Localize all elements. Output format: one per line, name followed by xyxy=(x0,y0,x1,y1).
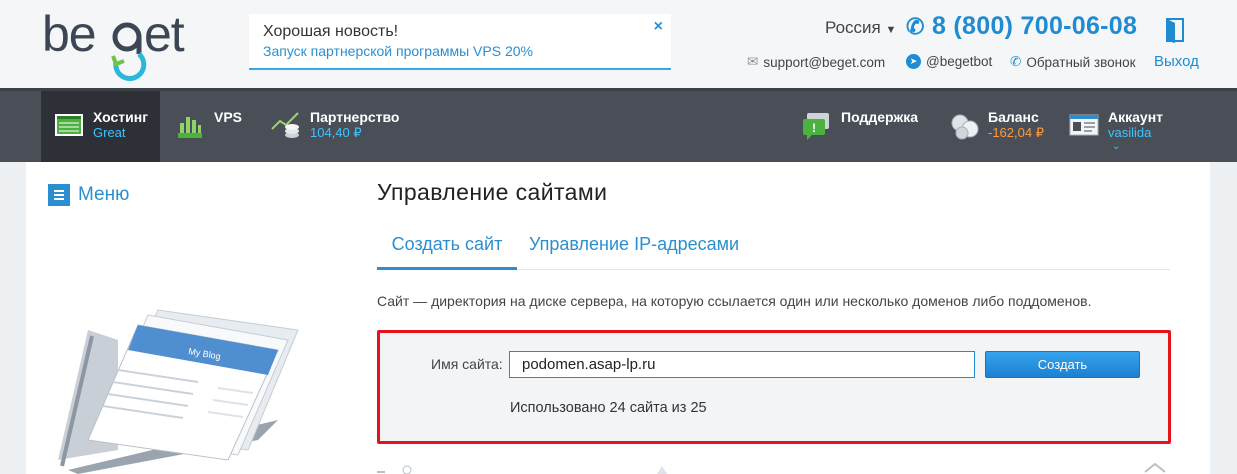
chevron-down-icon[interactable]: ⌄ xyxy=(1108,141,1163,152)
account-card-icon xyxy=(1069,114,1099,136)
email-link[interactable]: ✉ support@beget.com xyxy=(747,54,885,70)
nav-account-label: Аккаунт xyxy=(1108,109,1164,125)
nav-partnership-amount: 104,40 ₽ xyxy=(310,125,362,140)
tab-ip-management[interactable]: Управление IP-адресами xyxy=(529,234,739,270)
nav-balance-amount: -162,04 ₽ xyxy=(988,125,1044,140)
nav-hosting-plan: Great xyxy=(93,125,126,140)
hamburger-icon xyxy=(48,184,70,206)
telegram-icon: ➤ xyxy=(906,54,921,69)
top-header: be et Хорошая новость! Запуск партнерско… xyxy=(0,0,1237,88)
svg-text:!: ! xyxy=(812,121,816,135)
tab-bar: Создать сайт Управление IP-адресами xyxy=(377,226,1170,270)
region-label: Россия xyxy=(825,18,881,37)
support-chat-icon: ! xyxy=(803,113,829,140)
nav-vps-label: VPS xyxy=(214,109,243,125)
beget-logo[interactable]: be et xyxy=(40,4,200,84)
nav-account[interactable]: Аккаунт vasilida ⌄ xyxy=(1068,91,1188,162)
nav-hosting[interactable]: Хостинг Great xyxy=(41,91,160,162)
nav-vps[interactable]: VPS xyxy=(174,91,264,162)
page-title: Управление сайтами xyxy=(377,179,608,205)
partnership-chart-icon xyxy=(271,112,299,138)
nav-partnership-label: Партнерство xyxy=(310,109,400,125)
usage-counter: Использовано 24 сайта из 25 xyxy=(510,400,707,416)
create-site-form xyxy=(377,330,1171,444)
phone-text: 8 (800) 700-06-08 xyxy=(931,12,1138,40)
hosting-icon xyxy=(55,114,83,136)
vps-icon xyxy=(178,117,202,138)
nav-support[interactable]: ! Поддержка xyxy=(801,91,931,162)
email-text: support@beget.com xyxy=(763,54,886,70)
envelope-icon: ✉ xyxy=(747,54,759,69)
svg-text:et: et xyxy=(144,6,185,62)
websites-illustration: My Blog xyxy=(58,309,299,474)
region-selector[interactable]: Россия ▼ xyxy=(825,18,896,38)
nav-partnership[interactable]: Партнерство 104,40 ₽ xyxy=(270,91,420,162)
promo-link[interactable]: Запуск партнерской программы VPS 20% xyxy=(263,43,533,59)
tab-create-site[interactable]: Создать сайт xyxy=(377,234,517,270)
balance-coins-icon xyxy=(951,114,979,140)
callback-link[interactable]: ✆ Обратный звонок xyxy=(1010,54,1136,70)
callback-text: Обратный звонок xyxy=(1026,54,1136,70)
next-section-partial xyxy=(377,462,1166,474)
close-icon[interactable]: × xyxy=(654,18,663,36)
telegram-link[interactable]: ➤ @begetbot xyxy=(906,54,992,69)
main-nav: Хостинг Great VPS Партнерство 104,40 ₽ !… xyxy=(0,88,1237,162)
menu-button[interactable]: Меню xyxy=(48,184,129,206)
promo-banner: Хорошая новость! Запуск партнерской прог… xyxy=(249,14,671,70)
telegram-text: @begetbot xyxy=(926,54,993,69)
site-name-label: Имя сайта: xyxy=(431,356,503,372)
exit-door-icon[interactable] xyxy=(1164,17,1186,43)
nav-hosting-label: Хостинг xyxy=(93,109,149,125)
caret-down-icon: ▼ xyxy=(885,24,897,36)
nav-balance-label: Баланс xyxy=(988,109,1039,125)
site-description: Сайт — директория на диске сервера, на к… xyxy=(377,293,1092,309)
phone-number[interactable]: ✆ 8 (800) 700-06-08 xyxy=(906,12,1137,41)
logout-link[interactable]: Выход xyxy=(1154,53,1199,70)
promo-title: Хорошая новость! xyxy=(263,23,399,40)
phone-icon: ✆ xyxy=(906,14,925,39)
menu-label: Меню xyxy=(78,184,130,205)
nav-balance[interactable]: Баланс -162,04 ₽ xyxy=(948,91,1058,162)
nav-account-username: vasilida xyxy=(1108,125,1152,140)
site-name-input[interactable] xyxy=(509,351,975,378)
phone-icon: ✆ xyxy=(1010,54,1022,69)
nav-support-label: Поддержка xyxy=(841,109,919,125)
svg-text:be: be xyxy=(42,6,96,62)
create-site-button[interactable]: Создать xyxy=(985,351,1140,378)
